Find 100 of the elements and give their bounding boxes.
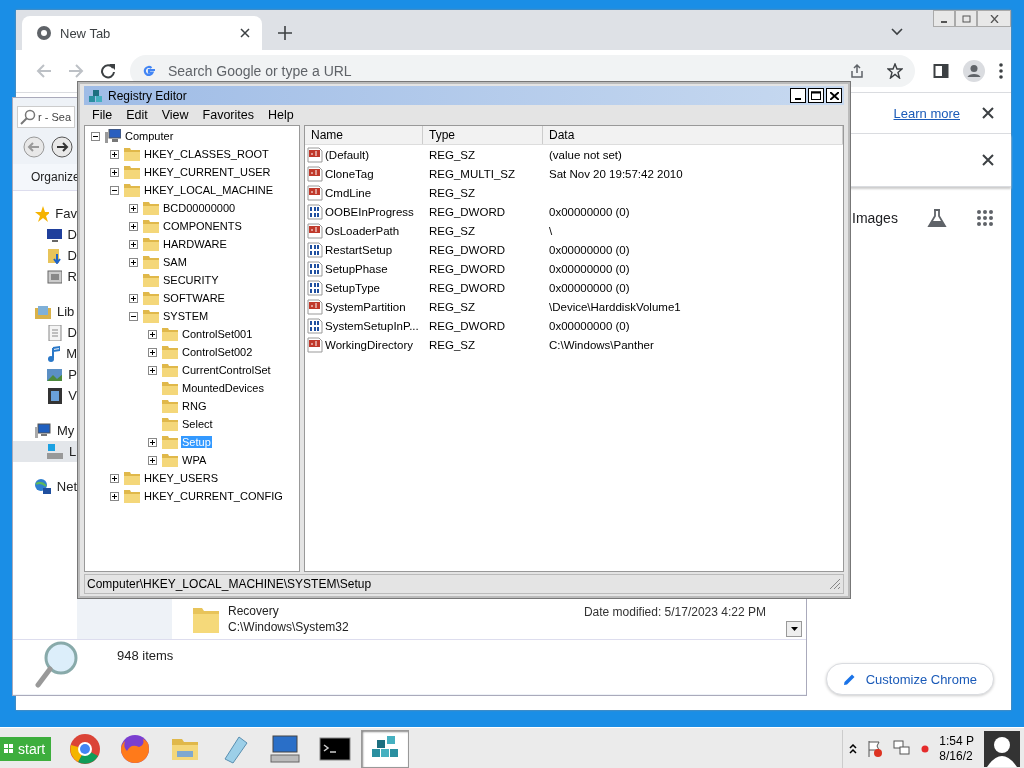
expand-toggle[interactable] <box>129 311 138 321</box>
value-name[interactable]: OOBEInProgress <box>325 205 414 218</box>
expand-toggle[interactable] <box>129 257 138 267</box>
forward-button[interactable] <box>51 136 73 158</box>
value-name[interactable]: (Default) <box>325 148 370 161</box>
chevron-down-icon[interactable] <box>891 28 903 36</box>
close-icon[interactable] <box>982 154 994 166</box>
images-link[interactable]: Images <box>852 210 898 226</box>
scroll-down-button[interactable] <box>786 621 802 637</box>
expand-toggle[interactable] <box>129 239 138 249</box>
registry-key[interactable]: SOFTWARE <box>162 292 226 304</box>
nav-pane-item[interactable]: P <box>13 364 77 385</box>
nav-pane-item[interactable]: V <box>13 385 77 406</box>
expand-toggle[interactable] <box>91 131 100 141</box>
close-icon[interactable] <box>982 107 994 119</box>
registry-key[interactable]: SYSTEM <box>162 310 210 322</box>
nav-pane-item[interactable]: D <box>13 322 77 343</box>
registry-key[interactable]: HKEY_USERS <box>143 472 219 484</box>
value-name[interactable]: SystemPartition <box>325 300 406 313</box>
expand-toggle[interactable] <box>148 365 157 375</box>
value-name[interactable]: OsLoaderPath <box>325 224 400 237</box>
learn-more-link[interactable]: Learn more <box>893 105 960 121</box>
registry-key[interactable]: HKEY_CURRENT_CONFIG <box>143 490 284 502</box>
registry-key[interactable]: HKEY_CLASSES_ROOT <box>143 148 270 160</box>
registry-key[interactable]: Computer <box>124 130 175 142</box>
expand-toggle[interactable] <box>148 329 157 339</box>
close-button[interactable] <box>826 88 842 103</box>
value-name[interactable]: RestartSetup <box>325 243 393 256</box>
value-name[interactable]: CloneTag <box>325 167 374 180</box>
nav-pane-item[interactable]: My <box>13 420 77 441</box>
network-icon[interactable] <box>893 739 912 758</box>
expand-toggle[interactable] <box>110 491 119 501</box>
registry-key[interactable]: HARDWARE <box>162 238 228 250</box>
menu-item[interactable]: Favorites <box>202 108 254 122</box>
registry-key[interactable]: COMPONENTS <box>162 220 243 232</box>
reload-icon[interactable] <box>100 63 116 79</box>
nav-pane-item[interactable]: D <box>13 245 77 266</box>
value-name[interactable]: SetupPhase <box>325 262 388 275</box>
nav-pane-item[interactable]: L <box>13 441 77 462</box>
apps-grid-icon[interactable] <box>976 209 994 227</box>
close-icon[interactable] <box>240 28 250 38</box>
menu-item[interactable]: Help <box>268 108 294 122</box>
menu-item[interactable]: Edit <box>126 108 148 122</box>
maximize-button[interactable] <box>808 88 824 103</box>
expand-toggle[interactable] <box>110 167 119 177</box>
bookmark-star-icon[interactable] <box>887 63 903 79</box>
minimize-button[interactable] <box>933 10 955 27</box>
clock[interactable]: 1:54 P 8/16/2 <box>939 733 974 764</box>
expand-toggle[interactable] <box>110 185 119 195</box>
expand-toggle[interactable] <box>148 437 157 447</box>
share-icon[interactable] <box>849 63 865 79</box>
menu-item[interactable]: View <box>161 108 189 122</box>
expand-toggle[interactable] <box>110 473 119 483</box>
registry-key[interactable]: CurrentControlSet <box>181 364 272 376</box>
new-tab-plus-icon[interactable] <box>278 26 292 40</box>
registry-key[interactable]: SECURITY <box>162 274 220 286</box>
file-list-item[interactable]: Recovery C:\Windows\System32 Date modified: 5/17/2023 4:22 PM <box>172 599 806 639</box>
registry-key[interactable]: SAM <box>162 256 188 268</box>
nav-pane-item[interactable]: D <box>13 224 77 245</box>
registry-key[interactable]: WPA <box>181 454 208 466</box>
nav-pane-item[interactable]: Lib <box>13 301 77 322</box>
registry-key[interactable]: MountedDevices <box>181 382 265 394</box>
search-field[interactable]: r - Sea <box>17 106 75 128</box>
registry-key[interactable]: HKEY_CURRENT_USER <box>143 166 272 178</box>
nav-pane-item[interactable]: M <box>13 343 77 364</box>
registry-key[interactable]: ControlSet001 <box>181 328 254 340</box>
column-header[interactable]: Name <box>305 126 423 144</box>
expand-toggle[interactable] <box>129 293 138 303</box>
flag-alert-icon[interactable] <box>867 739 884 758</box>
side-panel-icon[interactable] <box>933 63 949 79</box>
expand-toggle[interactable] <box>148 347 157 357</box>
menu-icon[interactable] <box>999 63 1003 79</box>
value-name[interactable]: SystemSetupInP... <box>325 319 419 332</box>
value-name[interactable]: WorkingDirectory <box>325 338 413 351</box>
registry-key[interactable]: ControlSet002 <box>181 346 254 358</box>
nav-pane-item[interactable]: Fav <box>13 203 77 224</box>
value-name[interactable]: SetupType <box>325 281 380 294</box>
registry-key[interactable]: BCD00000000 <box>162 202 237 214</box>
menu-item[interactable]: File <box>92 108 113 122</box>
nav-pane-item[interactable]: R <box>13 266 77 287</box>
resize-grip-icon[interactable] <box>829 578 841 590</box>
expand-toggle[interactable] <box>129 221 138 231</box>
column-header[interactable]: Data <box>543 126 843 144</box>
value-name[interactable]: CmdLine <box>325 186 372 199</box>
registry-key[interactable]: Select <box>181 418 214 430</box>
expand-toggle[interactable] <box>110 149 119 159</box>
registry-key[interactable]: HKEY_LOCAL_MACHINE <box>143 184 274 196</box>
expand-toggle[interactable] <box>148 455 157 465</box>
show-hidden-icons-icon[interactable] <box>849 743 858 754</box>
profile-icon[interactable] <box>963 60 985 82</box>
address-field[interactable]: Search Google or type a URL <box>166 62 827 80</box>
error-status-icon[interactable] <box>921 744 930 753</box>
column-header[interactable]: Type <box>423 126 543 144</box>
registry-key[interactable]: RNG <box>181 400 208 412</box>
nav-pane-item[interactable]: Net <box>13 476 77 497</box>
flask-icon[interactable] <box>926 208 947 228</box>
browser-tab[interactable]: New Tab <box>22 16 262 50</box>
minimize-button[interactable] <box>790 88 806 103</box>
customize-chrome-button[interactable]: Customize Chrome <box>825 663 994 695</box>
user-avatar-icon[interactable] <box>984 730 1020 767</box>
